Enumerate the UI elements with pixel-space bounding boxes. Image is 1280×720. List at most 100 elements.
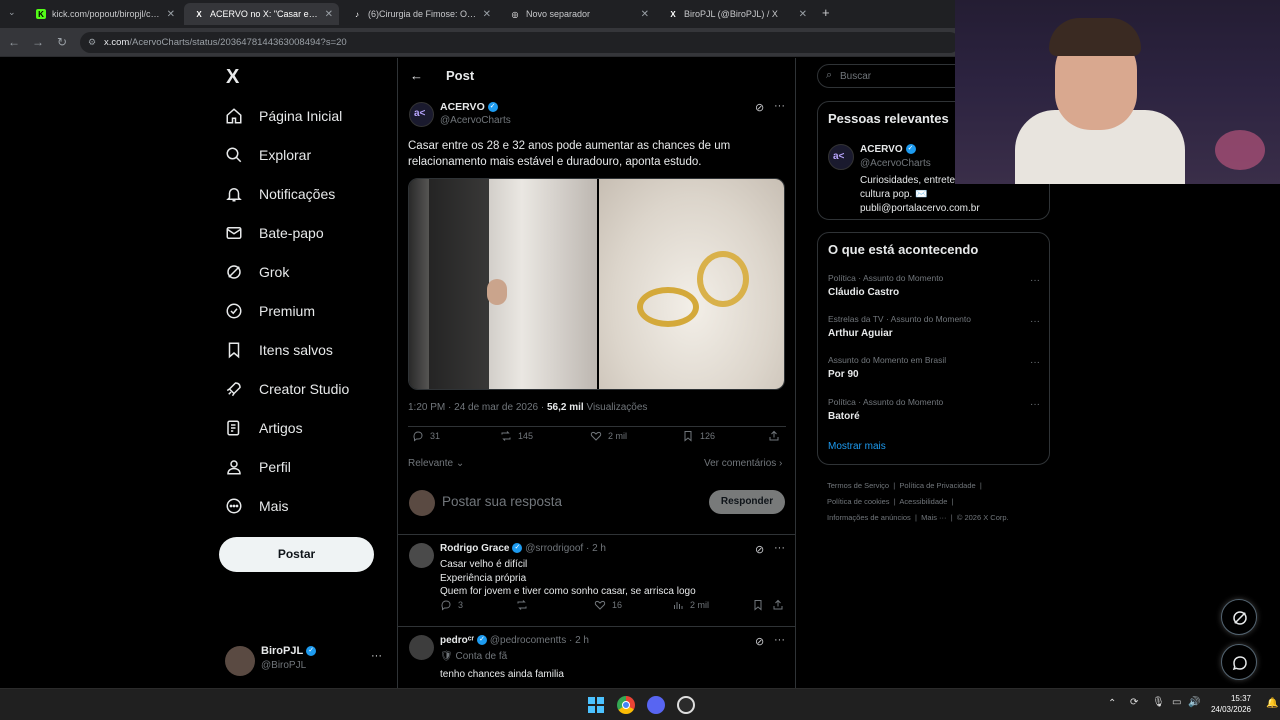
back-arrow-icon[interactable]: ← bbox=[410, 68, 423, 83]
share-action[interactable] bbox=[772, 599, 784, 611]
more-dots-icon[interactable]: ··· bbox=[774, 634, 785, 646]
repost-action[interactable]: 145 bbox=[500, 430, 533, 442]
volume-icon[interactable]: 🔊 bbox=[1188, 697, 1200, 708]
grok-icon[interactable]: ⊘ bbox=[755, 543, 764, 556]
avatar[interactable] bbox=[409, 635, 434, 660]
trend-item[interactable]: Política · Assunto do Momento Batoré ··· bbox=[828, 397, 1040, 422]
site-info-icon[interactable]: ⚙ bbox=[88, 32, 96, 53]
more-dots-icon[interactable]: ··· bbox=[1030, 275, 1040, 286]
reply-item[interactable]: pedroᶜʳ ✓ @pedrocomentts · 2 h ⊘ ··· 🛡 Co… bbox=[398, 627, 795, 688]
more-dots-icon[interactable]: ··· bbox=[371, 650, 382, 662]
nav-item-bookmarks[interactable]: Itens salvos bbox=[225, 335, 333, 365]
sort-dropdown[interactable]: Relevante ⌄ bbox=[408, 458, 464, 469]
notification-bell-icon[interactable]: 🔔 bbox=[1266, 698, 1278, 709]
more-dots-icon[interactable]: ··· bbox=[1030, 357, 1040, 368]
relevant-handle[interactable]: @AcervoCharts bbox=[860, 158, 931, 169]
post-timestamp[interactable]: 1:20 PM · 24 de mar de 2026 · bbox=[408, 402, 544, 413]
reply-item[interactable]: Rodrigo Grace ✓ @srrodrigoof · 2 h ⊘ ··· … bbox=[398, 535, 795, 627]
close-icon[interactable]: ✕ bbox=[483, 9, 491, 20]
account-switcher[interactable]: BiroPJL ✓ @BiroPJL ··· bbox=[225, 642, 390, 682]
relevant-name-row[interactable]: ACERVO ✓ bbox=[860, 144, 916, 155]
more-dots-icon[interactable]: ··· bbox=[774, 542, 785, 554]
obs-icon[interactable] bbox=[677, 696, 695, 714]
grok-icon[interactable]: ⊘ bbox=[755, 101, 764, 114]
footer-link[interactable]: Política de Privacidade bbox=[899, 481, 975, 490]
messages-floating-button[interactable] bbox=[1221, 644, 1257, 680]
footer-link[interactable]: Política de cookies bbox=[827, 497, 890, 506]
nav-item-grok[interactable]: Grok bbox=[225, 257, 289, 287]
avatar[interactable]: a< bbox=[828, 144, 854, 170]
trend-item[interactable]: Política · Assunto do Momento Cláudio Ca… bbox=[828, 273, 1040, 298]
browser-tab-biropjl[interactable]: X BiroPJL (@BiroPJL) / X ✕ bbox=[658, 3, 813, 25]
view-comments-link[interactable]: Ver comentários › bbox=[704, 458, 782, 469]
footer-link[interactable]: Informações de anúncios bbox=[827, 513, 911, 522]
nav-item-explore[interactable]: Explorar bbox=[225, 140, 311, 170]
avatar[interactable] bbox=[409, 543, 434, 568]
reply-author-handle[interactable]: @pedrocomentts bbox=[490, 635, 566, 646]
show-more-link[interactable]: Mostrar mais bbox=[828, 441, 886, 452]
reply-author-name[interactable]: pedroᶜʳ bbox=[440, 635, 474, 646]
wedding-couple-image[interactable] bbox=[409, 179, 597, 389]
nav-item-more[interactable]: Mais bbox=[225, 491, 289, 521]
close-icon[interactable]: ✕ bbox=[325, 9, 333, 20]
like-action[interactable]: 2 mil bbox=[590, 430, 627, 442]
network-icon[interactable]: ▭ bbox=[1172, 697, 1181, 708]
trend-item[interactable]: Assunto do Momento em Brasil Por 90 ··· bbox=[828, 355, 1040, 380]
reply-action[interactable]: 3 bbox=[440, 599, 463, 611]
x-logo-icon[interactable]: X bbox=[226, 66, 239, 89]
close-icon[interactable]: ✕ bbox=[167, 9, 175, 20]
wedding-rings-image[interactable] bbox=[599, 179, 784, 389]
browser-tab-kick[interactable]: K kick.com/popout/biropjl/chat ✕ bbox=[26, 3, 181, 25]
share-action[interactable] bbox=[768, 430, 780, 442]
views-action[interactable]: 2 mil bbox=[672, 599, 709, 611]
author-name-row[interactable]: ACERVO ✓ bbox=[440, 101, 498, 113]
tab-list-chevron-icon[interactable]: ⌄ bbox=[8, 7, 16, 18]
nav-item-profile[interactable]: Perfil bbox=[225, 452, 291, 482]
footer-link[interactable]: Acessibilidade bbox=[899, 497, 947, 506]
reload-icon[interactable]: ↻ bbox=[54, 34, 70, 50]
reply-author-handle[interactable]: @srrodrigoof bbox=[525, 543, 583, 554]
clock[interactable]: 15:37 24/03/2026 bbox=[1206, 693, 1251, 715]
windows-start-icon[interactable] bbox=[588, 697, 604, 713]
author-avatar[interactable]: a< bbox=[409, 102, 434, 127]
discord-icon[interactable] bbox=[647, 696, 665, 714]
reply-author-name[interactable]: Rodrigo Grace bbox=[440, 543, 509, 554]
nav-item-creator-studio[interactable]: Creator Studio bbox=[225, 374, 349, 404]
chevron-up-icon[interactable]: ⌃ bbox=[1108, 698, 1116, 709]
microphone-icon[interactable]: 🎙 bbox=[1152, 697, 1165, 708]
nav-item-articles[interactable]: Artigos bbox=[225, 413, 303, 443]
more-dots-icon[interactable]: ··· bbox=[1030, 316, 1040, 327]
reply-action[interactable]: 31 bbox=[412, 430, 440, 442]
repost-action[interactable] bbox=[516, 599, 528, 611]
close-icon[interactable]: ✕ bbox=[641, 9, 649, 20]
nav-item-home[interactable]: Página Inicial bbox=[225, 101, 342, 131]
nav-item-chat[interactable]: Bate-papo bbox=[225, 218, 324, 248]
nav-item-premium[interactable]: Premium bbox=[225, 296, 315, 326]
like-action[interactable]: 16 bbox=[594, 599, 622, 611]
post-media[interactable] bbox=[408, 178, 785, 390]
footer-link[interactable]: Termos de Serviço bbox=[827, 481, 889, 490]
reply-input[interactable]: Postar sua resposta bbox=[442, 494, 562, 509]
footer-link[interactable]: Mais ··· bbox=[921, 513, 946, 522]
browser-tab-acervo[interactable]: X ACERVO no X: "Casar entre os 2 ✕ bbox=[184, 3, 339, 25]
browser-tab-tiktok[interactable]: ♪ (6)Cirurgia de Fimose: O Erro e ✕ bbox=[342, 3, 497, 25]
back-arrow-icon[interactable]: ← bbox=[6, 34, 22, 50]
new-tab-plus-icon[interactable]: + bbox=[822, 5, 830, 20]
grok-icon[interactable]: ⊘ bbox=[755, 635, 764, 648]
forward-arrow-icon[interactable]: → bbox=[30, 34, 46, 50]
post-button[interactable]: Postar bbox=[219, 537, 374, 572]
trend-item[interactable]: Estrelas da TV · Assunto do Momento Arth… bbox=[828, 314, 1040, 339]
bookmark-action[interactable] bbox=[752, 599, 764, 611]
grok-floating-button[interactable] bbox=[1221, 599, 1257, 635]
address-bar[interactable]: ⚙ x.com/AcervoCharts/status/203647814436… bbox=[80, 32, 960, 53]
reply-button[interactable]: Responder bbox=[709, 490, 785, 514]
close-icon[interactable]: ✕ bbox=[799, 9, 807, 20]
bookmark-action[interactable]: 126 bbox=[682, 430, 715, 442]
chrome-icon[interactable] bbox=[617, 696, 635, 714]
more-dots-icon[interactable]: ··· bbox=[774, 100, 785, 112]
nav-item-notifications[interactable]: Notificações bbox=[225, 179, 335, 209]
more-dots-icon[interactable]: ··· bbox=[1030, 399, 1040, 410]
author-handle[interactable]: @AcervoCharts bbox=[440, 115, 511, 126]
browser-tab-new[interactable]: ◎ Novo separador ✕ bbox=[500, 3, 655, 25]
sync-icon[interactable]: ⟳ bbox=[1130, 697, 1138, 708]
